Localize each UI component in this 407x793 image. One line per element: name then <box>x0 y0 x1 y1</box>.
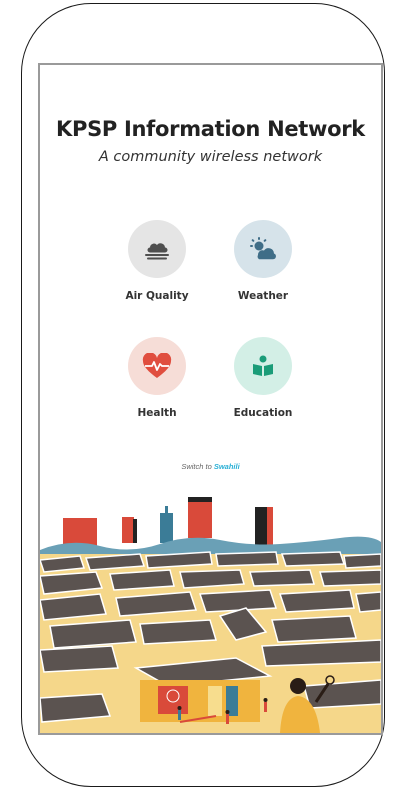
page-title: KPSP Information Network <box>56 117 365 141</box>
tile-label: Air Quality <box>125 290 189 302</box>
language-switch-prefix: Switch to <box>181 462 212 471</box>
tile-label: Education <box>233 407 293 419</box>
air-quality-icon <box>145 243 169 260</box>
tile-health[interactable]: Health <box>102 337 212 419</box>
app-screen: KPSP Information Network A community wir… <box>38 63 383 735</box>
book-reader-icon <box>253 355 273 376</box>
tile-label: Health <box>137 407 177 419</box>
tile-education[interactable]: Education <box>208 337 318 419</box>
tile-label: Weather <box>237 290 289 302</box>
health-circle <box>128 337 186 395</box>
swahili-link[interactable]: Swahili <box>214 462 240 471</box>
weather-circle <box>234 220 292 278</box>
air-quality-circle <box>128 220 186 278</box>
tile-air-quality[interactable]: Air Quality <box>102 220 212 302</box>
heart-pulse-icon <box>142 353 172 378</box>
page-subtitle: A community wireless network <box>98 149 323 165</box>
tile-weather[interactable]: Weather <box>208 220 318 302</box>
education-circle <box>234 337 292 395</box>
weather-icon <box>250 237 276 260</box>
settlement-illustration <box>40 490 381 733</box>
language-switch: Switch to Swahili <box>40 462 381 471</box>
